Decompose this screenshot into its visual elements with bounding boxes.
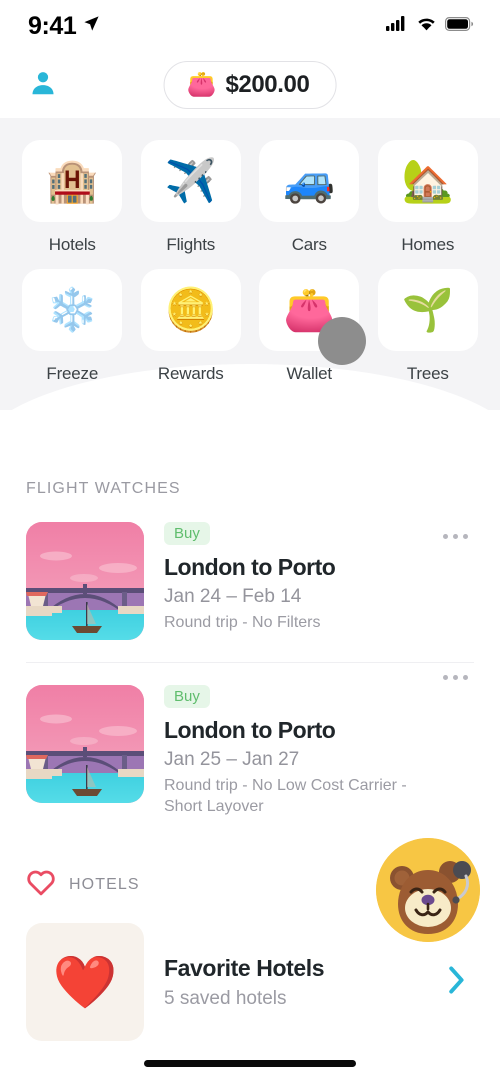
- wallet-balance-button[interactable]: 👛 $200.00: [163, 61, 337, 109]
- favorite-hotels-subtitle: 5 saved hotels: [164, 987, 287, 1009]
- airplane-icon: ✈️: [140, 140, 241, 222]
- status-bar: 9:41: [0, 0, 500, 52]
- category-label: Flights: [166, 235, 216, 254]
- flight-watch-body: Buy London to Porto Jan 24 – Feb 14 Roun…: [164, 522, 474, 640]
- favorite-hotels-row[interactable]: ❤️ Favorite Hotels 5 saved hotels: [26, 923, 474, 1042]
- car-icon: 🚙: [259, 140, 360, 222]
- category-grid: 🏨 Hotels ✈️ Flights 🚙 Cars 🏡 Homes ❄️ Fr…: [18, 140, 482, 384]
- flight-watch-title: London to Porto: [164, 554, 336, 580]
- category-label: Trees: [406, 364, 449, 383]
- main-content: FLIGHT WATCHES Buy London to Porto Jan 2…: [0, 480, 500, 1042]
- bear-support-mascot-icon: [376, 838, 480, 942]
- flight-watch-row[interactable]: Buy London to Porto Jan 25 – Jan 27 Roun…: [26, 662, 474, 839]
- coin-icon: 🪙: [140, 269, 241, 351]
- person-icon: [28, 68, 58, 103]
- flight-watch-row[interactable]: Buy London to Porto Jan 24 – Feb 14 Roun…: [26, 522, 474, 662]
- wifi-icon: [416, 16, 437, 36]
- flight-watch-body: Buy London to Porto Jan 25 – Jan 27 Roun…: [164, 685, 474, 817]
- category-item-wallet[interactable]: 👛 Wallet: [255, 269, 366, 384]
- flight-watch-filters: Round trip - No Filters: [164, 614, 321, 631]
- category-label: Homes: [401, 235, 455, 254]
- favorite-hotels-title: Favorite Hotels: [164, 954, 325, 981]
- category-label: Freeze: [46, 364, 99, 383]
- status-badge: Buy: [164, 522, 210, 545]
- category-label: Rewards: [157, 364, 224, 383]
- status-badge: Buy: [164, 685, 210, 708]
- category-label: Wallet: [286, 364, 333, 383]
- heart-outline-icon: [26, 869, 56, 901]
- house-icon: 🏡: [377, 140, 478, 222]
- wallet-balance-amount: $200.00: [225, 71, 310, 98]
- category-item-flights[interactable]: ✈️ Flights: [137, 140, 246, 255]
- porto-bridge-thumbnail: [26, 522, 144, 640]
- support-chat-button[interactable]: [376, 838, 480, 942]
- flight-watch-dates: Jan 25 – Jan 27: [164, 749, 300, 770]
- heart-emoji-icon: ❤️: [26, 923, 144, 1042]
- profile-button[interactable]: [26, 68, 60, 102]
- more-options-icon[interactable]: [437, 528, 474, 545]
- cellular-signal-icon: [386, 16, 408, 36]
- category-label: Cars: [291, 235, 327, 254]
- porto-bridge-thumbnail: [26, 685, 144, 803]
- category-label: Hotels: [48, 235, 96, 254]
- app-header: 👛 $200.00: [0, 52, 500, 118]
- category-item-cars[interactable]: 🚙 Cars: [255, 140, 364, 255]
- battery-full-icon: [445, 16, 474, 36]
- hotel-icon: 🏨: [22, 140, 123, 222]
- more-options-icon[interactable]: [437, 669, 474, 686]
- home-indicator: [144, 1060, 356, 1067]
- favorite-hotels-body: Favorite Hotels 5 saved hotels: [164, 955, 424, 1010]
- flight-watch-title: London to Porto: [164, 717, 336, 743]
- flight-watch-dates: Jan 24 – Feb 14: [164, 586, 302, 607]
- status-bar-time: 9:41: [28, 11, 77, 40]
- chevron-right-icon[interactable]: [444, 965, 474, 1000]
- hotels-section-title: HOTELS: [69, 876, 140, 894]
- category-item-rewards[interactable]: 🪙 Rewards: [137, 269, 246, 384]
- category-item-trees[interactable]: 🌱 Trees: [374, 269, 483, 384]
- status-bar-left: 9:41: [28, 12, 100, 41]
- status-bar-right: [386, 16, 474, 36]
- category-item-freeze[interactable]: ❄️ Freeze: [18, 269, 127, 384]
- location-arrow-icon: [83, 15, 100, 37]
- touch-indicator: [317, 317, 366, 365]
- seedling-icon: 🌱: [377, 269, 478, 351]
- flight-watch-filters: Round trip - No Low Cost Carrier - Short…: [164, 777, 407, 816]
- category-item-homes[interactable]: 🏡 Homes: [374, 140, 483, 255]
- flight-watches-section-title: FLIGHT WATCHES: [26, 480, 181, 497]
- category-item-hotels[interactable]: 🏨 Hotels: [18, 140, 127, 255]
- category-grid-panel: 🏨 Hotels ✈️ Flights 🚙 Cars 🏡 Homes ❄️ Fr…: [0, 118, 500, 456]
- snowflake-icon: ❄️: [22, 269, 123, 351]
- wallet-emoji-icon: 👛: [186, 71, 217, 98]
